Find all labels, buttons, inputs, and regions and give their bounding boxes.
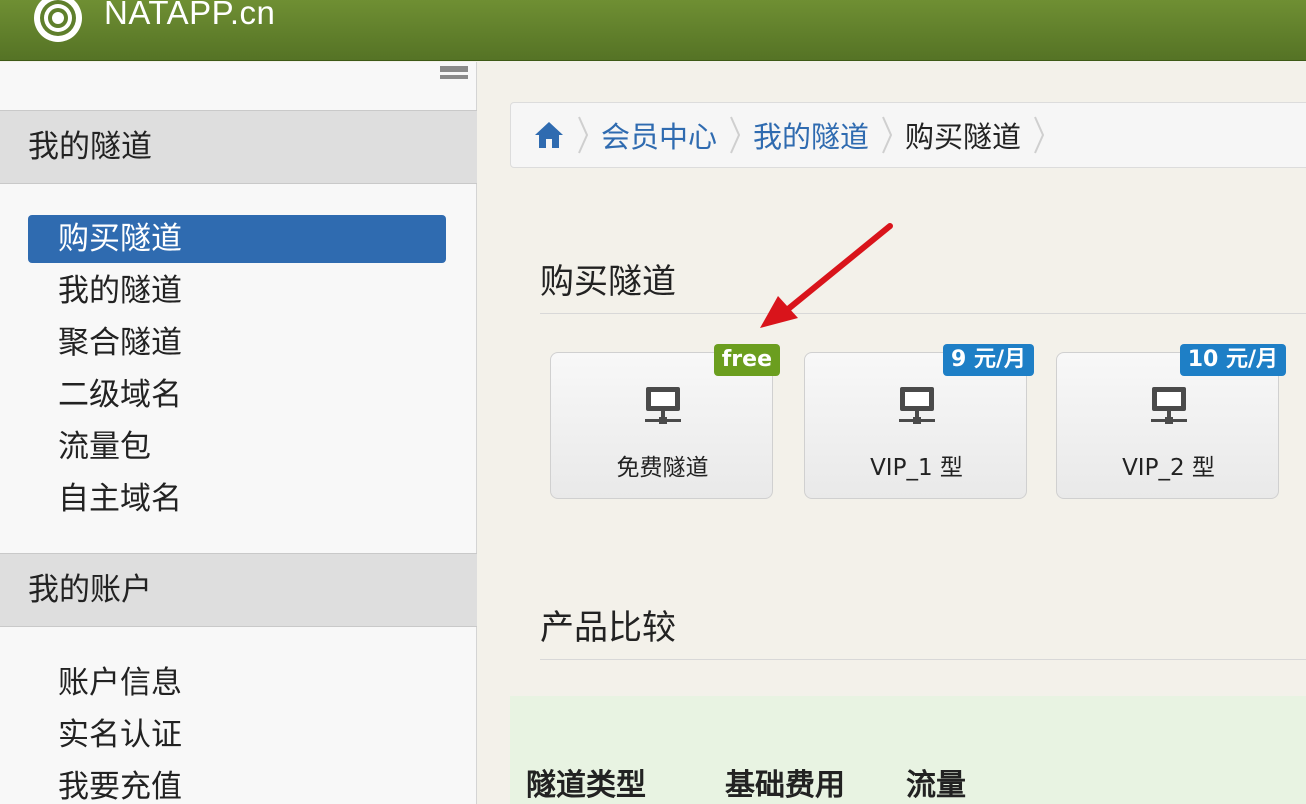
main-content: 会员中心 我的隧道 购买隧道 购买隧道 free 免费隧道 9 元/月 VIP_… xyxy=(478,62,1306,804)
breadcrumb-member-center[interactable]: 会员中心 xyxy=(601,114,717,156)
table-header-base-fee: 基础费用 xyxy=(725,768,845,803)
sidebar-item-subdomain[interactable]: 二级域名 xyxy=(28,371,446,419)
red-arrow-annotation xyxy=(760,223,893,328)
divider xyxy=(540,313,1306,314)
brand-title[interactable]: NATAPP.cn xyxy=(104,0,275,32)
price-badge: free xyxy=(713,344,780,376)
sidebar: 我的隧道 购买隧道 我的隧道 聚合隧道 二级域名 流量包 自主域名 我的账户 账… xyxy=(0,62,477,804)
monitor-network-icon xyxy=(645,387,681,424)
monitor-network-icon xyxy=(1151,387,1187,424)
sidebar-item-account-info[interactable]: 账户信息 xyxy=(28,659,446,707)
breadcrumb-separator xyxy=(1034,116,1045,154)
compare-heading: 产品比较 xyxy=(540,608,676,648)
top-header: NATAPP.cn xyxy=(0,0,1306,61)
home-icon[interactable] xyxy=(533,120,565,150)
sidebar-item-real-name[interactable]: 实名认证 xyxy=(28,711,446,759)
sidebar-item-aggregate-tunnels[interactable]: 聚合隧道 xyxy=(28,319,446,367)
breadcrumb-buy-tunnel: 购买隧道 xyxy=(905,120,1022,154)
product-label: 免费隧道 xyxy=(616,455,709,481)
product-card-vip1[interactable]: 9 元/月 VIP_1 型 xyxy=(804,344,1034,499)
breadcrumb-my-tunnels[interactable]: 我的隧道 xyxy=(753,114,869,156)
breadcrumb: 会员中心 我的隧道 购买隧道 xyxy=(510,102,1306,168)
sidebar-item-buy-tunnel[interactable]: 购买隧道 xyxy=(28,215,446,263)
breadcrumb-separator xyxy=(578,116,589,154)
sidebar-item-my-tunnels[interactable]: 我的隧道 xyxy=(28,267,446,315)
comparison-table: 隧道类型 基础费用 流量 xyxy=(510,696,1306,804)
table-header-type: 隧道类型 xyxy=(526,768,646,803)
sidebar-section-account[interactable]: 我的账户 xyxy=(0,553,477,627)
divider xyxy=(540,659,1306,660)
breadcrumb-separator xyxy=(882,116,893,154)
sidebar-item-recharge[interactable]: 我要充值 xyxy=(28,763,446,804)
sidebar-item-custom-domain[interactable]: 自主域名 xyxy=(28,475,446,523)
product-label: VIP_1 型 xyxy=(870,455,963,481)
product-card-vip2[interactable]: 10 元/月 VIP_2 型 xyxy=(1056,344,1286,499)
target-logo-icon[interactable] xyxy=(32,0,84,44)
table-header-traffic: 流量 xyxy=(906,768,966,803)
sidebar-item-traffic-pack[interactable]: 流量包 xyxy=(28,423,446,471)
buy-tunnel-heading: 购买隧道 xyxy=(540,262,676,302)
product-card-free[interactable]: free 免费隧道 xyxy=(550,344,780,499)
breadcrumb-separator xyxy=(730,116,741,154)
price-badge: 10 元/月 xyxy=(1179,344,1286,376)
product-label: VIP_2 型 xyxy=(1122,455,1215,481)
price-badge: 9 元/月 xyxy=(942,344,1034,376)
sidebar-section-tunnels[interactable]: 我的隧道 xyxy=(0,110,477,184)
monitor-network-icon xyxy=(899,387,935,424)
sidebar-collapse-icon[interactable] xyxy=(440,66,468,86)
